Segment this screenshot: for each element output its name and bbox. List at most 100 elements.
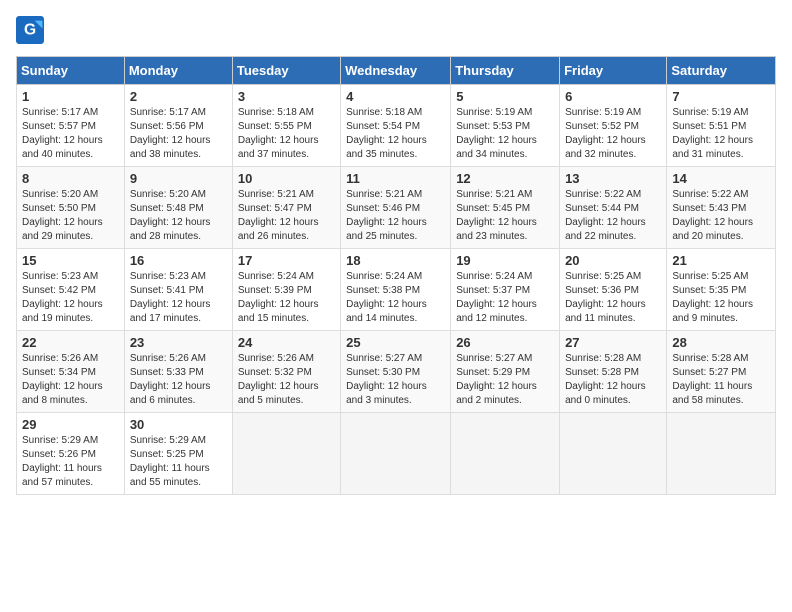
cell-line: and 37 minutes. (238, 148, 335, 162)
cell-line: Sunrise: 5:19 AM (565, 106, 661, 120)
day-number: 25 (346, 335, 445, 350)
calendar-cell: 23Sunrise: 5:26 AMSunset: 5:33 PMDayligh… (124, 331, 232, 413)
calendar-cell (560, 413, 667, 495)
cell-line: and 29 minutes. (22, 230, 119, 244)
cell-line: Daylight: 12 hours (130, 134, 227, 148)
day-number: 6 (565, 89, 661, 104)
cell-line: Sunset: 5:43 PM (672, 202, 770, 216)
cell-line: Daylight: 12 hours (130, 298, 227, 312)
calendar-cell: 10Sunrise: 5:21 AMSunset: 5:47 PMDayligh… (232, 167, 340, 249)
cell-line: Sunset: 5:48 PM (130, 202, 227, 216)
calendar-cell: 18 Sunrise: 5:24 AMSunset: 5:38 PMDayligh… (341, 249, 451, 331)
cell-line: and 11 minutes. (565, 312, 661, 326)
calendar-cell: 20 Sunrise: 5:25 AMSunset: 5:36 PMDayligh… (560, 249, 667, 331)
cell-line: Daylight: 12 hours (238, 380, 335, 394)
calendar-cell (341, 413, 451, 495)
svg-text:G: G (24, 22, 36, 39)
cell-line: Sunset: 5:56 PM (130, 120, 227, 134)
calendar-cell: 6Sunrise: 5:19 AMSunset: 5:52 PMDaylight… (560, 85, 667, 167)
cell-line: Sunset: 5:44 PM (565, 202, 661, 216)
page-header: G (16, 16, 776, 44)
cell-line: Sunrise: 5:24 AM (346, 270, 445, 284)
cell-line: Sunset: 5:38 PM (346, 284, 445, 298)
cell-line: and 20 minutes. (672, 230, 770, 244)
cell-line: Sunset: 5:27 PM (672, 366, 770, 380)
cell-content: Sunrise: 5:18 AMSunset: 5:54 PMDaylight:… (346, 106, 445, 162)
cell-line: Sunset: 5:35 PM (672, 284, 770, 298)
cell-line: Daylight: 12 hours (346, 298, 445, 312)
cell-content: Sunrise: 5:28 AMSunset: 5:28 PMDaylight:… (565, 352, 661, 408)
cell-line: and 8 minutes. (22, 394, 119, 408)
cell-line: Sunset: 5:39 PM (238, 284, 335, 298)
calendar-cell: 13Sunrise: 5:22 AMSunset: 5:44 PMDayligh… (560, 167, 667, 249)
day-number: 1 (22, 89, 119, 104)
cell-line: Sunrise: 5:18 AM (346, 106, 445, 120)
cell-line: and 2 minutes. (456, 394, 554, 408)
weekday-header-wednesday: Wednesday (341, 57, 451, 85)
cell-line: Sunset: 5:32 PM (238, 366, 335, 380)
day-number: 4 (346, 89, 445, 104)
calendar-cell: 24Sunrise: 5:26 AMSunset: 5:32 PMDayligh… (232, 331, 340, 413)
cell-line: and 6 minutes. (130, 394, 227, 408)
cell-line: and 38 minutes. (130, 148, 227, 162)
cell-line: Sunrise: 5:26 AM (130, 352, 227, 366)
cell-line: Daylight: 12 hours (238, 134, 335, 148)
calendar-cell: 12Sunrise: 5:21 AMSunset: 5:45 PMDayligh… (451, 167, 560, 249)
cell-line: Daylight: 12 hours (672, 216, 770, 230)
cell-line: and 12 minutes. (456, 312, 554, 326)
cell-line: Sunset: 5:52 PM (565, 120, 661, 134)
cell-line: Sunset: 5:30 PM (346, 366, 445, 380)
day-number: 3 (238, 89, 335, 104)
calendar-cell: 27Sunrise: 5:28 AMSunset: 5:28 PMDayligh… (560, 331, 667, 413)
cell-line: Daylight: 12 hours (130, 380, 227, 394)
calendar-cell: 19Sunrise: 5:24 AMSunset: 5:37 PMDayligh… (451, 249, 560, 331)
week-row-1: 1Sunrise: 5:17 AMSunset: 5:57 PMDaylight… (17, 85, 776, 167)
calendar-table: SundayMondayTuesdayWednesdayThursdayFrid… (16, 56, 776, 495)
logo-icon: G (16, 16, 44, 44)
week-row-2: 8Sunrise: 5:20 AMSunset: 5:50 PMDaylight… (17, 167, 776, 249)
cell-line: Sunset: 5:51 PM (672, 120, 770, 134)
calendar-cell: 29Sunrise: 5:29 AMSunset: 5:26 PMDayligh… (17, 413, 125, 495)
cell-line: Sunrise: 5:20 AM (130, 188, 227, 202)
cell-line: Sunrise: 5:26 AM (238, 352, 335, 366)
cell-content: Sunrise: 5:28 AMSunset: 5:27 PMDaylight:… (672, 352, 770, 408)
calendar-cell: 11Sunrise: 5:21 AMSunset: 5:46 PMDayligh… (341, 167, 451, 249)
cell-line: Sunset: 5:46 PM (346, 202, 445, 216)
day-number: 5 (456, 89, 554, 104)
cell-line: Daylight: 12 hours (238, 298, 335, 312)
cell-line: and 26 minutes. (238, 230, 335, 244)
cell-content: Sunrise: 5:23 AMSunset: 5:41 PMDaylight:… (130, 270, 227, 326)
cell-content: Sunrise: 5:24 AMSunset: 5:37 PMDaylight:… (456, 270, 554, 326)
cell-line: Daylight: 11 hours (672, 380, 770, 394)
day-number: 18 (346, 253, 445, 268)
cell-line: and 17 minutes. (130, 312, 227, 326)
day-number: 17 (238, 253, 335, 268)
cell-line: and 28 minutes. (130, 230, 227, 244)
cell-line: Sunrise: 5:18 AM (238, 106, 335, 120)
cell-line: Sunrise: 5:19 AM (672, 106, 770, 120)
cell-content: Sunrise: 5:25 AMSunset: 5:36 PMDaylight:… (565, 270, 661, 326)
cell-line: and 31 minutes. (672, 148, 770, 162)
cell-line: Sunset: 5:29 PM (456, 366, 554, 380)
calendar-cell: 1Sunrise: 5:17 AMSunset: 5:57 PMDaylight… (17, 85, 125, 167)
calendar-cell: 21Sunrise: 5:25 AMSunset: 5:35 PMDayligh… (667, 249, 776, 331)
cell-content: Sunrise: 5:23 AMSunset: 5:42 PMDaylight:… (22, 270, 119, 326)
calendar-cell: 14Sunrise: 5:22 AMSunset: 5:43 PMDayligh… (667, 167, 776, 249)
cell-line: and 14 minutes. (346, 312, 445, 326)
day-number: 16 (130, 253, 227, 268)
cell-line: Sunset: 5:33 PM (130, 366, 227, 380)
cell-line: Daylight: 12 hours (456, 298, 554, 312)
day-number: 30 (130, 417, 227, 432)
day-number: 15 (22, 253, 119, 268)
calendar-cell (451, 413, 560, 495)
day-number: 20 (565, 253, 661, 268)
week-row-3: 15 Sunrise: 5:23 AMSunset: 5:42 PMDayligh… (17, 249, 776, 331)
cell-line: Daylight: 12 hours (672, 298, 770, 312)
cell-line: and 19 minutes. (22, 312, 119, 326)
cell-line: Sunset: 5:50 PM (22, 202, 119, 216)
cell-line: Sunset: 5:36 PM (565, 284, 661, 298)
calendar-cell: 8Sunrise: 5:20 AMSunset: 5:50 PMDaylight… (17, 167, 125, 249)
day-number: 13 (565, 171, 661, 186)
cell-line: and 35 minutes. (346, 148, 445, 162)
cell-line: Daylight: 11 hours (130, 462, 227, 476)
